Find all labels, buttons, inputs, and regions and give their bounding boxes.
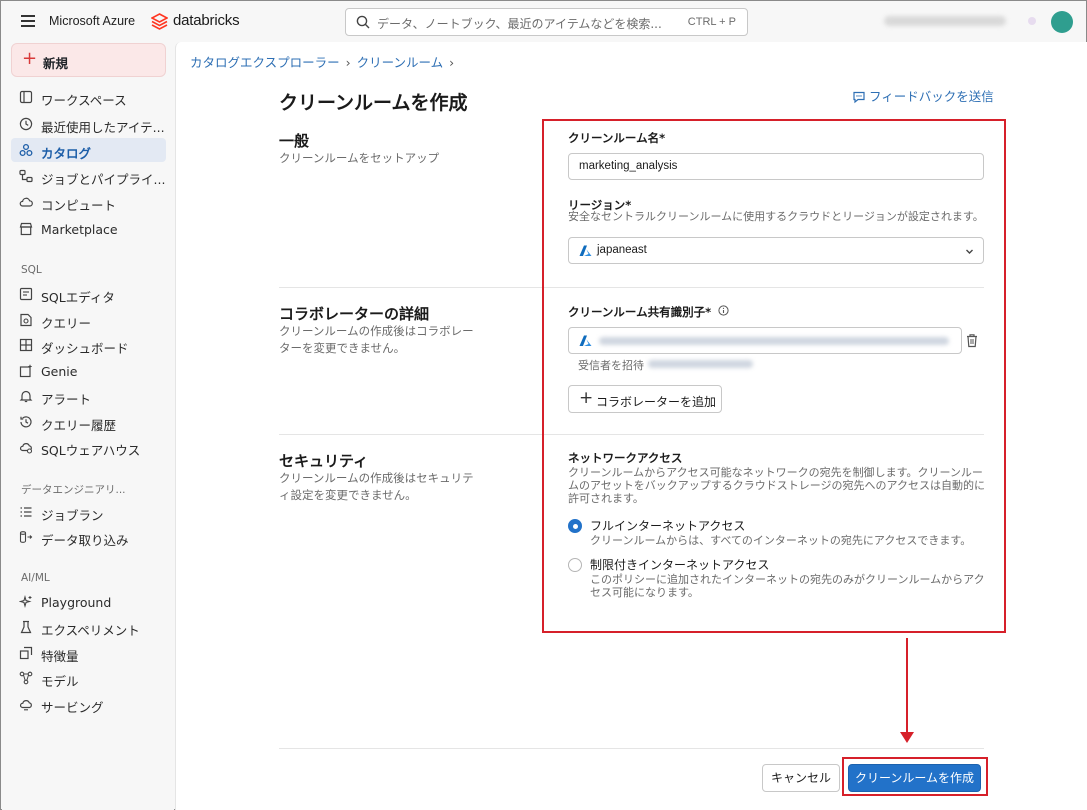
sidebar-item-features[interactable]: 特徴量 [11, 641, 166, 665]
feedback-link[interactable]: フィードバックを送信 [852, 86, 994, 105]
sidebar-item-data-ingestion[interactable]: データ取り込み [11, 525, 166, 549]
workspace-switcher[interactable] [884, 16, 1006, 26]
models-icon [19, 671, 33, 685]
highlight-box-create-button [842, 757, 988, 796]
plus-icon: + [22, 48, 38, 69]
serving-icon [19, 700, 32, 711]
section-desc-security: クリーンルームの作成後はセキュリティ設定を変更できません。 [279, 471, 474, 502]
flask-icon [20, 620, 32, 634]
app-window: Microsoft Azure databricks データ、ノートブック、最近… [0, 0, 1087, 810]
sidebar-section-sql: SQL [21, 264, 42, 276]
new-button[interactable]: + 新規 [11, 43, 166, 77]
status-dot [1028, 17, 1036, 25]
cancel-button[interactable]: キャンセル [762, 764, 840, 792]
sidebar-item-sql-warehouses[interactable]: SQLウェアハウス [11, 435, 166, 459]
search-shortcut: CTRL + P [687, 16, 736, 28]
menu-icon[interactable] [21, 15, 35, 27]
sidebar-section-aiml: AI/ML [21, 572, 50, 584]
avatar[interactable] [1051, 11, 1073, 33]
top-bar: Microsoft Azure databricks データ、ノートブック、最近… [2, 2, 1085, 42]
footer-divider [279, 748, 984, 749]
product-name[interactable]: databricks [173, 12, 240, 29]
chat-bubble-icon [853, 91, 865, 104]
sidebar-item-dashboards[interactable]: ダッシュボード [11, 333, 166, 357]
sidebar-item-marketplace[interactable]: Marketplace [11, 217, 166, 241]
clock-icon [19, 117, 33, 131]
job-runs-icon [20, 507, 32, 517]
page-title: クリーンルームを作成 [279, 92, 468, 114]
cloud-icon [19, 197, 33, 207]
sidebar-item-workspace[interactable]: ワークスペース [11, 85, 166, 109]
sparkle-icon [19, 595, 32, 609]
sidebar-item-catalog[interactable]: カタログ [11, 138, 166, 162]
section-title-security: セキュリティ [279, 452, 369, 470]
sidebar: + 新規 ワークスペース 最近使用したアイテ... カタログ ジョブとパイプライ… [2, 42, 174, 810]
store-icon [19, 222, 33, 236]
sidebar-item-playground[interactable]: Playground [11, 590, 166, 614]
sidebar-item-queries[interactable]: クエリー [11, 308, 166, 332]
sidebar-item-serving[interactable]: サービング [11, 692, 166, 716]
breadcrumb-separator: › [449, 55, 455, 70]
sidebar-item-genie[interactable]: Genie [11, 359, 166, 383]
section-desc-general: クリーンルームをセットアップ [279, 151, 440, 165]
sidebar-item-sql-editor[interactable]: SQLエディタ [11, 282, 166, 306]
brand-label: Microsoft Azure [49, 14, 136, 28]
section-title-collaborators: コラボレーターの詳細 [279, 305, 430, 323]
sidebar-item-compute[interactable]: コンピュート [11, 190, 166, 214]
catalog-icon [19, 143, 33, 157]
breadcrumb-separator: › [345, 55, 351, 70]
sidebar-section-data-engineering: データエンジニアリ... [21, 484, 126, 496]
section-desc-collaborators: クリーンルームの作成後はコラボレーターを変更できません。 [279, 324, 474, 355]
annotation-arrow-line [906, 638, 908, 734]
workflow-icon [19, 169, 33, 183]
breadcrumb: カタログエクスプローラー › クリーンルーム › [190, 52, 460, 71]
search-input[interactable]: データ、ノートブック、最近のアイテムなどを検索... CTRL + P [345, 8, 748, 36]
feedback-label: フィードバックを送信 [869, 89, 994, 104]
dashboard-icon [19, 338, 33, 352]
bell-icon [19, 390, 33, 403]
sidebar-item-query-history[interactable]: クエリー履歴 [11, 410, 166, 434]
warehouse-icon [19, 443, 33, 454]
history-icon [20, 416, 32, 428]
sidebar-item-experiments[interactable]: エクスペリメント [11, 615, 166, 639]
sidebar-item-alerts[interactable]: アラート [11, 384, 166, 408]
section-title-general: 一般 [279, 132, 310, 150]
query-icon [20, 313, 32, 327]
workspace-icon [19, 90, 33, 104]
features-icon [19, 646, 33, 660]
search-placeholder: データ、ノートブック、最近のアイテムなどを検索... [377, 17, 662, 31]
breadcrumb-clean-rooms[interactable]: クリーンルーム [357, 55, 444, 70]
breadcrumb-catalog-explorer[interactable]: カタログエクスプローラー [190, 55, 340, 70]
search-icon [356, 15, 370, 29]
annotation-arrow-head [900, 732, 914, 743]
new-label: 新規 [43, 56, 69, 71]
sidebar-item-recents[interactable]: 最近使用したアイテ... [11, 112, 166, 136]
sidebar-item-jobs[interactable]: ジョブとパイプライ... [11, 164, 166, 188]
sidebar-item-models[interactable]: モデル [11, 666, 166, 690]
ingest-icon [19, 531, 33, 543]
highlight-box-form [542, 119, 1006, 633]
databricks-logo-icon[interactable] [151, 13, 168, 30]
genie-icon [19, 364, 32, 378]
sidebar-item-job-runs[interactable]: ジョブラン [11, 500, 166, 524]
sql-editor-icon [19, 287, 33, 301]
